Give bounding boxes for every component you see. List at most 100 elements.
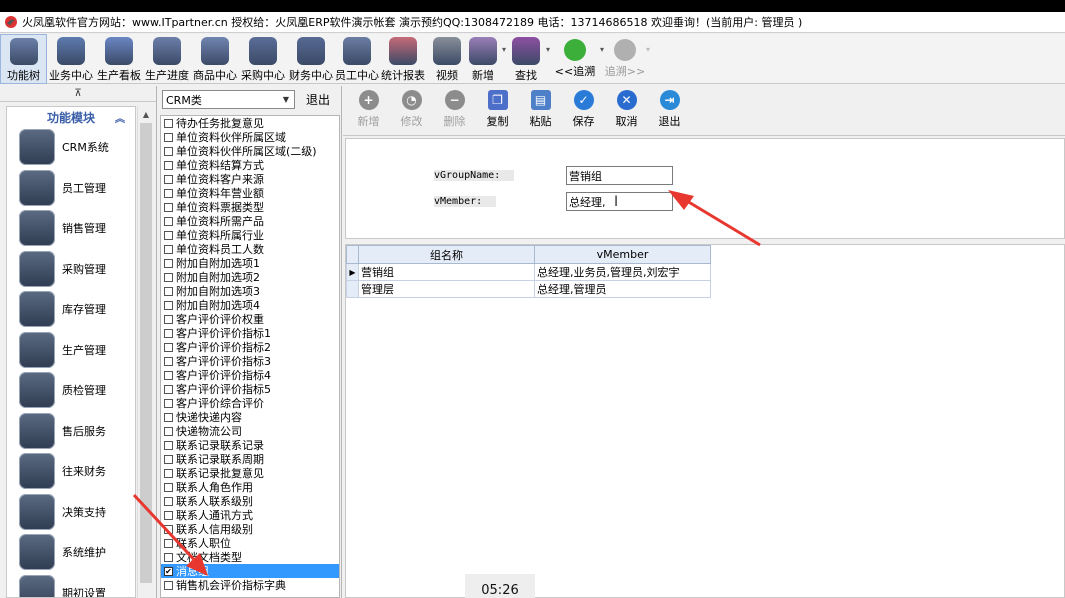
column-header-vmember[interactable]: vMember [534, 245, 711, 264]
module-item[interactable]: 决策支持 [7, 492, 135, 533]
category-item[interactable]: 联系人联系级别 [161, 494, 339, 508]
category-checkbox[interactable] [164, 412, 173, 422]
category-item[interactable]: 单位资料所需产品 [161, 214, 339, 228]
category-item[interactable]: 客户评价评价指标5 [161, 382, 339, 396]
category-checkbox[interactable] [164, 230, 173, 240]
category-checkbox[interactable] [164, 146, 173, 156]
category-item[interactable]: 单位资料结算方式 [161, 158, 339, 172]
category-exit-button[interactable]: 退出 [300, 89, 336, 109]
save-button[interactable]: ✓ 保存 [562, 86, 605, 136]
delete-button[interactable]: − 删除 [433, 86, 476, 136]
toolbar-button-video[interactable]: 视频 [427, 34, 467, 84]
category-checkbox[interactable] [164, 342, 173, 352]
category-checkbox[interactable] [164, 188, 173, 198]
toolbar-button-purchase-center[interactable]: 采购中心 [239, 34, 287, 84]
toolbar-button-business-center[interactable]: 业务中心 [47, 34, 95, 84]
category-item[interactable]: 客户评价评价指标4 [161, 368, 339, 382]
toolbar-button-production-progress[interactable]: 生产进度 [143, 34, 191, 84]
category-checkbox[interactable] [164, 118, 173, 128]
category-checkbox[interactable] [164, 496, 173, 506]
category-item[interactable]: 客户评价综合评价 [161, 396, 339, 410]
category-item[interactable]: 客户评价评价权重 [161, 312, 339, 326]
category-checkbox[interactable] [164, 132, 173, 142]
module-item[interactable]: 往来财务 [7, 451, 135, 492]
category-checkbox[interactable] [164, 468, 173, 478]
toolbar-button-product-center[interactable]: 商品中心 [191, 34, 239, 84]
category-item[interactable]: 联系记录批复意见 [161, 466, 339, 480]
table-row[interactable]: ▶ 营销组 总经理,业务员,管理员,刘宏宇 [346, 263, 711, 281]
category-checkbox[interactable] [164, 216, 173, 226]
category-checkbox[interactable] [164, 552, 173, 562]
panel-collapse-bar[interactable]: ⊼ [0, 86, 156, 102]
add-button[interactable]: + 新增 [347, 86, 390, 136]
category-item[interactable]: 单位资料年营业额 [161, 186, 339, 200]
category-checkbox[interactable] [164, 454, 173, 464]
module-item[interactable]: 售后服务 [7, 411, 135, 452]
category-checkbox[interactable] [164, 538, 173, 548]
double-chevron-up-icon[interactable]: ︽ [113, 110, 127, 125]
toolbar-button-trace-forward[interactable]: 追溯>> [605, 34, 645, 84]
toolbar-button-production-board[interactable]: 生产看板 [95, 34, 143, 84]
category-item[interactable]: 客户评价评价指标3 [161, 354, 339, 368]
category-checkbox[interactable] [164, 384, 173, 394]
category-checkbox[interactable] [164, 174, 173, 184]
module-item[interactable]: 员工管理 [7, 168, 135, 209]
cell-vmember[interactable]: 总经理,管理员 [534, 280, 711, 298]
category-item[interactable]: 联系人信用级别 [161, 522, 339, 536]
category-item[interactable]: 附加自附加选项2 [161, 270, 339, 284]
toolbar-button-trace-back[interactable]: <<追溯 [553, 34, 597, 84]
category-checkbox[interactable] [164, 272, 173, 282]
module-scrollbar[interactable]: ▲ [137, 106, 154, 598]
dropdown-arrow-icon[interactable]: ▾ [643, 24, 653, 74]
category-item[interactable]: 文档文档类型 [161, 550, 339, 564]
scroll-thumb[interactable] [140, 123, 152, 583]
category-item[interactable]: 销售机会评价指标字典 [161, 578, 339, 592]
cell-group-name[interactable]: 管理层 [358, 280, 535, 298]
category-item[interactable]: 联系人通讯方式 [161, 508, 339, 522]
cell-group-name[interactable]: 营销组 [358, 263, 535, 281]
category-item[interactable]: 快递物流公司 [161, 424, 339, 438]
dropdown-arrow-icon[interactable]: ▾ [543, 24, 553, 74]
module-item[interactable]: 系统维护 [7, 532, 135, 573]
category-checkbox[interactable] [164, 482, 173, 492]
toolbar-button-add-new[interactable]: 新增 [467, 34, 499, 84]
category-checkbox[interactable] [164, 426, 173, 436]
category-item[interactable]: 单位资料客户来源 [161, 172, 339, 186]
category-item[interactable]: 联系人职位 [161, 536, 339, 550]
category-checkbox[interactable] [164, 286, 173, 296]
category-item[interactable]: 附加自附加选项1 [161, 256, 339, 270]
cancel-button[interactable]: ✕ 取消 [605, 86, 648, 136]
cell-vmember[interactable]: 总经理,业务员,管理员,刘宏宇 [534, 263, 711, 281]
category-item[interactable]: 单位资料票据类型 [161, 200, 339, 214]
category-checkbox[interactable] [164, 160, 173, 170]
category-checkbox[interactable] [164, 440, 173, 450]
category-checkbox[interactable] [164, 398, 173, 408]
category-item[interactable]: ✔ 消息组 [161, 564, 339, 578]
category-item[interactable]: 联系记录联系周期 [161, 452, 339, 466]
category-checkbox[interactable] [164, 580, 173, 590]
group-name-input[interactable]: 营销组 [566, 166, 673, 185]
member-input[interactable]: 总经理, [566, 192, 673, 211]
category-item[interactable]: 待办任务批复意见 [161, 116, 339, 130]
category-checkbox[interactable] [164, 510, 173, 520]
category-item[interactable]: 客户评价评价指标1 [161, 326, 339, 340]
column-header-group-name[interactable]: 组名称 [358, 245, 535, 264]
toolbar-button-statistics-report[interactable]: 统计报表 [379, 34, 427, 84]
category-checkbox[interactable]: ✔ [164, 566, 173, 576]
category-select[interactable]: CRM类 ▼ [162, 90, 295, 109]
category-item[interactable]: 快递快递内容 [161, 410, 339, 424]
module-item[interactable]: 库存管理 [7, 289, 135, 330]
category-item[interactable]: 单位资料伙伴所属区域(二级) [161, 144, 339, 158]
chevron-down-icon[interactable]: ▼ [280, 93, 292, 106]
toolbar-button-employee-center[interactable]: 员工中心 [335, 34, 379, 84]
module-item[interactable]: 期初设置 [7, 573, 135, 597]
toolbar-button-find[interactable]: 查找 [509, 34, 543, 84]
category-item[interactable]: 联系记录联系记录 [161, 438, 339, 452]
category-item[interactable]: 单位资料员工人数 [161, 242, 339, 256]
category-checkbox[interactable] [164, 244, 173, 254]
category-checkbox[interactable] [164, 202, 173, 212]
category-checkbox[interactable] [164, 524, 173, 534]
category-item[interactable]: 客户评价评价指标2 [161, 340, 339, 354]
category-item[interactable]: 附加自附加选项3 [161, 284, 339, 298]
scroll-up-icon[interactable]: ▲ [138, 106, 154, 122]
